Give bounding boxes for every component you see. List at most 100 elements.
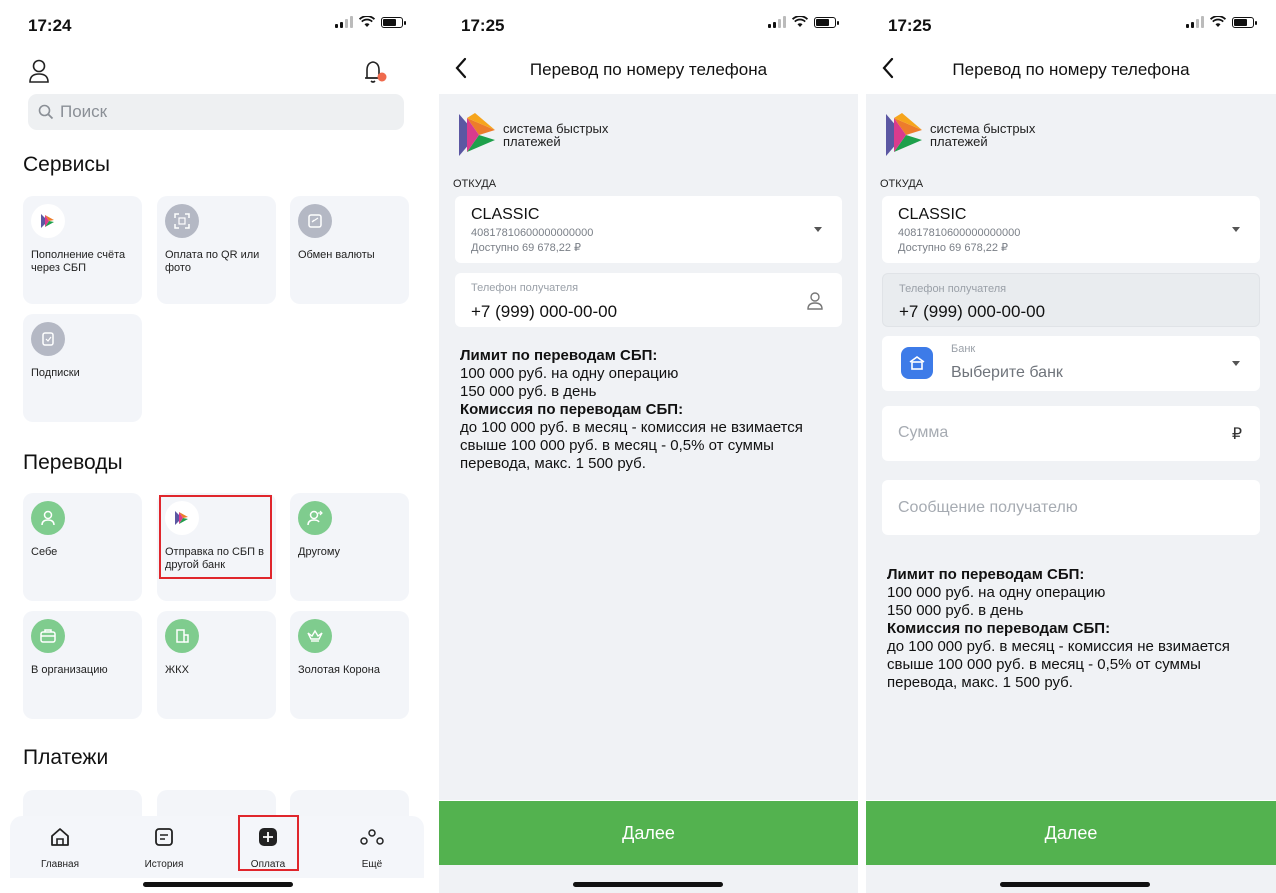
tile-label: Оплата по QR или фото — [165, 249, 260, 274]
tile-label: Обмен валюты — [298, 249, 375, 261]
services-title: Сервисы — [23, 153, 111, 176]
chevron-down-icon — [814, 227, 822, 232]
account-select[interactable]: CLASSIC 40817810600000000000 Доступно 69… — [882, 196, 1260, 263]
status-icons — [1186, 16, 1257, 28]
sbp-info: Лимит по переводам СБП: 100 000 руб. на … — [887, 566, 1256, 692]
transfers-title: Переводы — [23, 451, 123, 474]
signal-icon — [335, 16, 353, 28]
phone-field[interactable]: Телефон получателя +7 (999) 000-00-00 — [882, 273, 1260, 327]
tile-label: Подписки — [31, 367, 80, 379]
info-title: Комиссия по переводам СБП: — [887, 620, 1111, 637]
notification-bell-icon[interactable] — [361, 58, 389, 86]
bank-select[interactable]: Банк Выберите банк — [882, 336, 1260, 391]
status-bar: 17:25 — [439, 0, 858, 50]
home-indicator — [573, 882, 723, 887]
more-icon — [360, 829, 384, 845]
wifi-icon — [792, 16, 808, 27]
battery-icon — [1232, 16, 1257, 28]
payments-screen: 17:24 Поиск Сервисы Пополнение счёта чер… — [0, 0, 425, 893]
sbp-logo-icon — [31, 204, 65, 238]
tile-qr-payment[interactable]: Оплата по QR или фото — [157, 196, 276, 304]
tab-more[interactable]: Ещё — [337, 826, 407, 870]
info-title: Лимит по переводам СБП: — [887, 566, 1085, 583]
info-line: 100 000 руб. на одну операцию — [887, 584, 1106, 601]
tile-currency-exchange[interactable]: Обмен валюты — [290, 196, 409, 304]
account-select[interactable]: CLASSIC 40817810600000000000 Доступно 69… — [455, 196, 842, 263]
tab-label: История — [144, 859, 184, 870]
tab-home[interactable]: Главная — [25, 826, 95, 870]
status-time: 17:25 — [461, 16, 505, 35]
next-button[interactable]: Далее — [439, 801, 858, 865]
signal-icon — [768, 16, 786, 28]
phone-value: +7 (999) 000-00-00 — [471, 302, 618, 321]
info-line: свыше 100 000 руб. в месяц - 0,5% от сум… — [460, 437, 774, 472]
card-available: Доступно 69 678,22 ₽ — [898, 242, 1009, 254]
nav-bar: Перевод по номеру телефона — [866, 50, 1276, 94]
info-title: Комиссия по переводам СБП: — [460, 401, 684, 418]
signal-icon — [1186, 16, 1204, 28]
tile-label: Пополнение счёта через СБП — [31, 249, 126, 274]
tile-utilities[interactable]: ЖКХ — [157, 611, 276, 719]
sbp-text-line: платежей — [503, 134, 561, 149]
bank-icon — [901, 347, 933, 379]
next-button[interactable]: Далее — [866, 801, 1276, 865]
card-name: CLASSIC — [898, 206, 967, 223]
tile-self-transfer[interactable]: Себе — [23, 493, 142, 601]
status-icons — [335, 16, 406, 28]
info-title: Лимит по переводам СБП: — [460, 347, 658, 364]
sbp-text-line: платежей — [930, 134, 988, 149]
status-bar: 17:25 — [866, 0, 1276, 50]
message-placeholder: Сообщение получателю — [898, 499, 1078, 516]
sbp-logo-icon — [459, 113, 495, 156]
sbp-logo: система быстрых платежей — [457, 112, 608, 158]
tile-subscriptions[interactable]: Подписки — [23, 314, 142, 422]
profile-icon[interactable] — [28, 58, 50, 84]
info-line: 150 000 руб. в день — [887, 602, 1024, 619]
currency-symbol: ₽ — [1231, 426, 1242, 443]
payments-title: Платежи — [23, 746, 109, 769]
search-icon — [38, 104, 54, 120]
home-indicator — [143, 882, 293, 887]
message-field[interactable]: Сообщение получателю — [882, 480, 1260, 535]
briefcase-icon — [31, 619, 65, 653]
wifi-icon — [1210, 16, 1226, 27]
from-label: ОТКУДА — [880, 178, 924, 190]
tile-label: Другому — [298, 546, 341, 558]
tab-label: Ещё — [361, 859, 383, 870]
home-indicator-area — [866, 865, 1276, 893]
contact-person-icon[interactable] — [806, 291, 824, 311]
tile-golden-crown[interactable]: Золотая Корона — [290, 611, 409, 719]
search-placeholder: Поиск — [60, 102, 108, 121]
tile-label: Себе — [31, 546, 58, 558]
status-time: 17:24 — [28, 16, 72, 35]
subscriptions-icon — [31, 322, 65, 356]
tile-label: В организацию — [31, 664, 108, 676]
sbp-logo: система быстрых платежей — [884, 112, 1035, 158]
battery-icon — [814, 16, 839, 28]
wifi-icon — [359, 16, 375, 27]
currency-exchange-icon — [298, 204, 332, 238]
status-bar: 17:24 — [0, 0, 425, 50]
transfer-screen-initial: 17:25 Перевод по номеру телефона система… — [439, 0, 858, 893]
home-icon — [51, 828, 69, 846]
chevron-down-icon — [1232, 227, 1240, 232]
tile-organization[interactable]: В организацию — [23, 611, 142, 719]
phone-field[interactable]: Телефон получателя +7 (999) 000-00-00 — [455, 273, 842, 327]
tab-history[interactable]: История — [129, 826, 199, 870]
phone-value: +7 (999) 000-00-00 — [899, 302, 1046, 321]
phone-label: Телефон получателя — [471, 282, 579, 294]
search-input[interactable]: Поиск — [28, 94, 404, 130]
home-indicator — [1000, 882, 1150, 887]
history-icon — [155, 828, 173, 846]
amount-field[interactable]: Сумма ₽ — [882, 406, 1260, 461]
status-icons — [768, 16, 839, 28]
highlight-frame — [238, 815, 299, 871]
tile-other-person[interactable]: Другому — [290, 493, 409, 601]
amount-placeholder: Сумма — [898, 424, 949, 441]
card-number: 40817810600000000000 — [471, 227, 594, 239]
status-time: 17:25 — [888, 16, 932, 35]
battery-icon — [381, 16, 406, 28]
info-line: 100 000 руб. на одну операцию — [460, 365, 679, 382]
tile-sbp-topup[interactable]: Пополнение счёта через СБП — [23, 196, 142, 304]
sbp-logo-icon — [886, 113, 922, 156]
